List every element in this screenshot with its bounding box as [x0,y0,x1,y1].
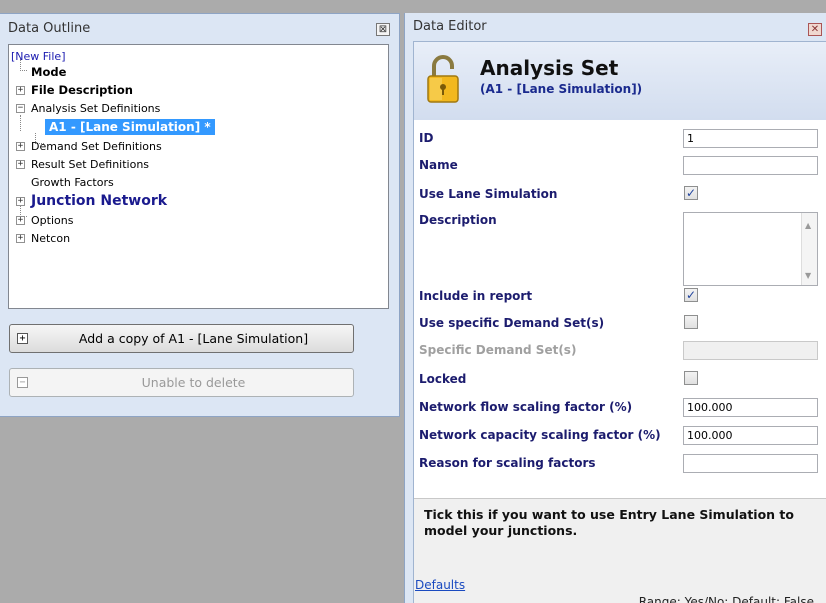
outline-tree: [New File] Mode + File Description − Ana… [8,44,389,309]
tree-item-growth-factors[interactable]: Growth Factors [31,173,114,191]
expand-icon[interactable]: + [16,216,25,225]
tree-connector [20,115,21,131]
tree-item-label: Options [31,214,74,227]
tree-item-netcon[interactable]: + Netcon [16,229,70,247]
outline-close-icon[interactable]: ⊠ [376,23,390,36]
tree-item-label: File Description [31,83,133,97]
capacity-scaling-label: Network capacity scaling factor (%) [419,428,661,442]
tree-item-label: Growth Factors [31,176,114,189]
tree-item-demand-sets[interactable]: + Demand Set Definitions [16,137,162,155]
expand-icon[interactable]: + [16,197,25,206]
use-specific-demand-checkbox[interactable] [684,315,698,329]
prop-row-include-in-report: Include in report ✓ [414,285,826,307]
collapse-icon[interactable]: − [16,104,25,113]
editor-title: Data Editor [413,19,487,34]
flow-scaling-label: Network flow scaling factor (%) [419,400,633,414]
prop-row-name: Name [414,154,826,176]
tree-item-a1-selected[interactable]: A1 - [Lane Simulation] * [45,117,215,137]
id-field[interactable]: 1 [683,129,818,148]
name-label: Name [419,158,458,172]
tree-item-label: A1 - [Lane Simulation] * [45,119,215,135]
prop-row-locked: Locked [414,368,826,390]
prop-row-description: Description ▲ ▼ [414,209,826,291]
description-textarea[interactable]: ▲ ▼ [683,212,818,286]
prop-row-use-lane-simulation: Use Lane Simulation ✓ [414,183,826,205]
tree-item-label: Junction Network [31,193,168,209]
description-scrollbar[interactable]: ▲ ▼ [801,213,817,285]
outline-title: Data Outline [8,21,91,36]
delete-button: − Unable to delete [9,368,354,397]
use-specific-demand-label: Use specific Demand Set(s) [419,316,605,330]
include-in-report-label: Include in report [419,289,533,303]
scroll-up-icon[interactable]: ▲ [805,221,811,230]
help-panel: Tick this if you want to use Entry Lane … [414,498,826,603]
prop-row-use-specific-demand: Use specific Demand Set(s) [414,312,826,334]
expand-icon[interactable]: + [16,86,25,95]
expand-icon[interactable]: + [16,142,25,151]
expand-icon[interactable]: + [16,234,25,243]
specific-demand-sets-label: Specific Demand Set(s) [419,343,577,357]
tree-item-label: Analysis Set Definitions [31,102,161,115]
prop-row-reason: Reason for scaling factors [414,452,826,474]
padlock-icon [427,55,459,103]
description-label: Description [419,213,497,227]
tree-item-result-sets[interactable]: + Result Set Definitions [16,155,149,173]
editor-body: Analysis Set (A1 - [Lane Simulation]) ID… [413,41,826,603]
help-range: Range: Yes/No; Default: False [638,595,814,603]
data-outline-panel: Data Outline ⊠ [New File] Mode + File De… [0,13,400,417]
tree-item-mode[interactable]: Mode [31,63,66,81]
prop-row-capacity-scaling: Network capacity scaling factor (%) 100.… [414,424,826,446]
reason-field[interactable] [683,454,818,473]
editor-banner: Analysis Set (A1 - [Lane Simulation]) [414,42,826,120]
data-editor-panel: Data Editor ✕ Analysis Set (A1 - [Lane S… [404,13,826,603]
include-in-report-checkbox[interactable]: ✓ [684,288,698,302]
minus-icon: − [17,377,28,388]
tree-item-label: [New File] [11,50,66,63]
tree-item-analysis-sets[interactable]: − Analysis Set Definitions [16,99,160,117]
tree-item-label: Result Set Definitions [31,158,150,171]
prop-row-specific-demand-sets: Specific Demand Set(s) [414,339,826,361]
id-label: ID [419,131,434,145]
plus-icon: + [17,333,28,344]
tree-item-label: Demand Set Definitions [31,140,162,153]
tree-item-label: Mode [31,65,67,79]
reason-label: Reason for scaling factors [419,456,596,470]
prop-row-id: ID 1 [414,127,826,149]
tree-item-file-description[interactable]: + File Description [16,81,133,99]
scroll-down-icon[interactable]: ▼ [805,271,811,280]
tree-item-label: Netcon [31,232,71,245]
locked-checkbox[interactable] [684,371,698,385]
defaults-link[interactable]: Defaults [415,578,465,592]
use-lane-simulation-checkbox[interactable]: ✓ [684,186,698,200]
flow-scaling-field[interactable]: 100.000 [683,398,818,417]
editor-close-icon[interactable]: ✕ [808,23,822,36]
use-lane-simulation-label: Use Lane Simulation [419,187,558,201]
delete-label: Unable to delete [141,375,246,390]
locked-label: Locked [419,372,467,386]
editor-subheading: (A1 - [Lane Simulation]) [480,82,643,96]
specific-demand-sets-field [683,341,818,360]
add-copy-button[interactable]: + Add a copy of A1 - [Lane Simulation] [9,324,354,353]
name-field[interactable] [683,156,818,175]
editor-heading: Analysis Set [480,56,619,80]
outline-header: Data Outline ⊠ [8,21,392,41]
tree-item-options[interactable]: + Options [16,211,73,229]
prop-row-flow-scaling: Network flow scaling factor (%) 100.000 [414,396,826,418]
add-copy-label: Add a copy of A1 - [Lane Simulation] [78,331,309,346]
tree-item-junction-network[interactable]: + Junction Network [16,192,167,210]
editor-header: Data Editor ✕ [413,19,826,39]
help-text: Tick this if you want to use Entry Lane … [424,507,794,538]
expand-icon[interactable]: + [16,160,25,169]
capacity-scaling-field[interactable]: 100.000 [683,426,818,445]
